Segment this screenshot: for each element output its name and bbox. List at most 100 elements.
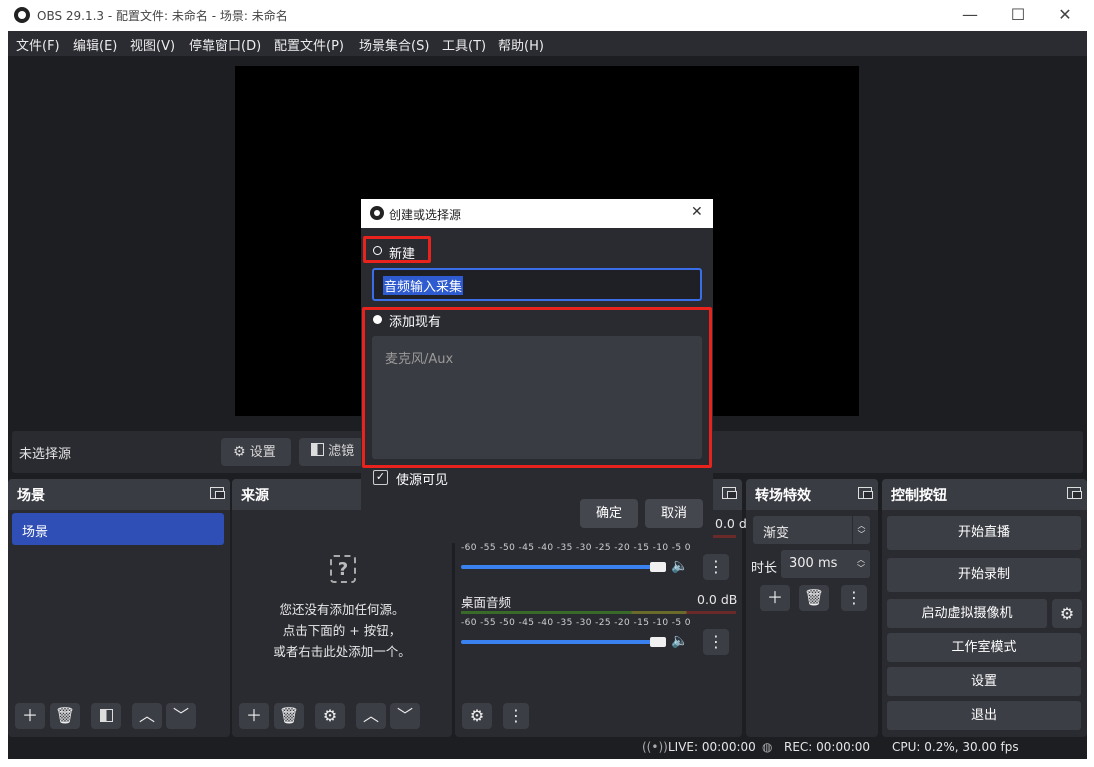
chevron-down-icon: ﹀ bbox=[172, 706, 189, 725]
kebab-menu-icon: ⋮ bbox=[708, 632, 724, 651]
source-filters-label: 滤镜 bbox=[328, 444, 355, 459]
radio-new[interactable] bbox=[373, 246, 382, 255]
option-existing-label[interactable]: 添加现有 bbox=[389, 311, 441, 330]
cancel-button[interactable]: 取消 bbox=[645, 499, 703, 528]
source-move-up-button[interactable]: ︿ bbox=[356, 703, 386, 729]
menu-docks[interactable]: 停靠窗口(D) bbox=[189, 35, 261, 54]
trash-icon: 🗑 bbox=[54, 706, 76, 725]
chevron-up-icon: ︿ bbox=[138, 706, 155, 725]
controls-dock-title: 控制按钮 bbox=[891, 488, 947, 504]
track1-volume-slider[interactable] bbox=[461, 565, 666, 569]
status-bar: ((•)) LIVE: 00:00:00 ◍ REC: 00:00:00 CPU… bbox=[8, 738, 1087, 759]
close-button[interactable]: ✕ bbox=[1042, 0, 1088, 31]
start-streaming-button[interactable]: 开始直播 bbox=[887, 516, 1081, 550]
source-move-down-button[interactable]: ﹀ bbox=[390, 703, 420, 729]
source-settings-label: 设置 bbox=[249, 445, 276, 460]
track1-menu-button[interactable]: ⋮ bbox=[703, 554, 729, 580]
track1-volume-knob[interactable] bbox=[650, 562, 667, 572]
chevron-down-icon: ﹀ bbox=[396, 706, 413, 725]
studio-mode-button[interactable]: 工作室模式 bbox=[887, 633, 1081, 662]
track2-level-meter bbox=[461, 611, 736, 614]
menu-profile[interactable]: 配置文件(P) bbox=[274, 35, 344, 54]
mixer-menu-button[interactable]: ⋮ bbox=[503, 703, 529, 729]
source-filters-button[interactable]: 滤镜 bbox=[299, 438, 369, 466]
gear-icon: ⚙ bbox=[1059, 604, 1075, 623]
menu-tools[interactable]: 工具(T) bbox=[442, 35, 486, 54]
scene-filters-button[interactable] bbox=[91, 703, 121, 729]
add-scene-button[interactable]: ＋ bbox=[15, 703, 45, 729]
gear-icon: ⚙ bbox=[322, 706, 338, 725]
undock-icon[interactable] bbox=[858, 487, 873, 499]
dialog-close-button[interactable]: ✕ bbox=[691, 204, 703, 220]
add-transition-button[interactable]: ＋ bbox=[760, 585, 790, 611]
track2-menu-button[interactable]: ⋮ bbox=[703, 629, 729, 655]
spin-arrows-icon: ︿ ﹀ bbox=[857, 555, 865, 573]
remove-transition-button[interactable]: 🗑 bbox=[799, 585, 829, 611]
dialog-title-bar: 创建或选择源 ✕ bbox=[361, 199, 713, 228]
spin-arrows-icon: ︿ ﹀ bbox=[852, 516, 870, 544]
add-source-button[interactable]: ＋ bbox=[239, 703, 269, 729]
settings-button[interactable]: 设置 bbox=[887, 667, 1081, 696]
new-source-name-input[interactable]: 音频输入采集 bbox=[372, 268, 702, 301]
existing-sources-list[interactable]: 麦克风/Aux bbox=[372, 336, 702, 459]
track2-volume-knob[interactable] bbox=[650, 637, 667, 647]
track2-volume-slider[interactable] bbox=[461, 640, 666, 644]
cpu-fps: CPU: 0.2%, 30.00 fps bbox=[892, 740, 1019, 754]
new-source-name-value: 音频输入采集 bbox=[383, 276, 464, 295]
remove-scene-button[interactable]: 🗑 bbox=[50, 703, 80, 729]
scene-name: 场景 bbox=[22, 525, 49, 540]
source-settings-button[interactable]: ⚙ 设置 bbox=[221, 438, 291, 466]
duration-value: 300 ms bbox=[789, 556, 838, 571]
plus-icon: ＋ bbox=[21, 706, 38, 725]
start-recording-button[interactable]: 开始录制 bbox=[887, 558, 1081, 592]
duration-label: 时长 bbox=[751, 561, 778, 576]
controls-dock-header: 控制按钮 bbox=[882, 479, 1087, 510]
radio-existing[interactable] bbox=[373, 315, 382, 324]
start-virtual-camera-button[interactable]: 启动虚拟摄像机 bbox=[887, 599, 1047, 628]
speaker-icon[interactable]: 🔈 bbox=[671, 558, 688, 574]
remove-source-button[interactable]: 🗑 bbox=[274, 703, 304, 729]
scenes-dock-header: 场景 bbox=[8, 479, 230, 510]
duration-spinbox[interactable]: 300 ms ︿ ﹀ bbox=[781, 550, 870, 578]
create-source-dialog: 创建或选择源 ✕ 新建 音频输入采集 添加现有 麦克风/Aux ✓ 使源可见 确… bbox=[361, 199, 713, 543]
transitions-dock-header: 转场特效 bbox=[746, 479, 878, 510]
sources-empty-line1: 您还没有添加任何源。 bbox=[279, 602, 405, 617]
track2-scale: -60 -55 -50 -45 -40 -35 -30 -25 -20 -15 … bbox=[461, 618, 691, 628]
menu-view[interactable]: 视图(V) bbox=[130, 35, 175, 54]
sources-empty-line3: 或者右击此处添加一个。 bbox=[273, 644, 411, 659]
scene-move-up-button[interactable]: ︿ bbox=[132, 703, 162, 729]
maximize-button[interactable]: ☐ bbox=[995, 0, 1041, 31]
visible-checkbox[interactable]: ✓ bbox=[373, 470, 388, 485]
record-icon: ◍ bbox=[762, 740, 773, 754]
existing-source-item[interactable]: 麦克风/Aux bbox=[385, 348, 453, 367]
menu-edit[interactable]: 编辑(E) bbox=[73, 35, 117, 54]
exit-button[interactable]: 退出 bbox=[887, 701, 1081, 730]
undock-icon[interactable] bbox=[722, 487, 737, 499]
menu-file[interactable]: 文件(F) bbox=[16, 35, 60, 54]
transition-value: 渐变 bbox=[763, 526, 790, 541]
obs-logo-icon bbox=[14, 7, 30, 23]
undock-icon[interactable] bbox=[1067, 487, 1082, 499]
undock-icon[interactable] bbox=[210, 487, 225, 499]
advanced-audio-button[interactable]: ⚙ bbox=[462, 703, 492, 729]
title-bar: OBS 29.1.3 - 配置文件: 未命名 - 场景: 未命名 — ☐ ✕ bbox=[0, 0, 1094, 31]
track2-db: 0.0 dB bbox=[697, 592, 738, 607]
scene-list-item[interactable]: 场景 bbox=[12, 513, 224, 545]
visible-checkbox-label[interactable]: 使源可见 bbox=[396, 469, 448, 488]
kebab-menu-icon: ⋮ bbox=[708, 557, 724, 576]
window-title: OBS 29.1.3 - 配置文件: 未命名 - 场景: 未命名 bbox=[37, 9, 288, 23]
source-properties-button[interactable]: ⚙ bbox=[315, 703, 345, 729]
scenes-dock-title: 场景 bbox=[17, 488, 45, 504]
transition-menu-button[interactable]: ⋮ bbox=[841, 585, 867, 611]
trash-icon: 🗑 bbox=[278, 706, 300, 725]
option-new-label[interactable]: 新建 bbox=[389, 243, 415, 262]
menu-scene-collection[interactable]: 场景集合(S) bbox=[359, 35, 429, 54]
minimize-button[interactable]: — bbox=[947, 0, 993, 31]
transition-select[interactable]: 渐变 ︿ ﹀ bbox=[753, 516, 870, 544]
ok-button[interactable]: 确定 bbox=[580, 499, 638, 528]
rec-timer: REC: 00:00:00 bbox=[784, 740, 871, 754]
speaker-icon[interactable]: 🔈 bbox=[671, 633, 688, 649]
virtual-camera-settings-button[interactable]: ⚙ bbox=[1052, 599, 1082, 628]
menu-help[interactable]: 帮助(H) bbox=[498, 35, 544, 54]
scene-move-down-button[interactable]: ﹀ bbox=[166, 703, 196, 729]
